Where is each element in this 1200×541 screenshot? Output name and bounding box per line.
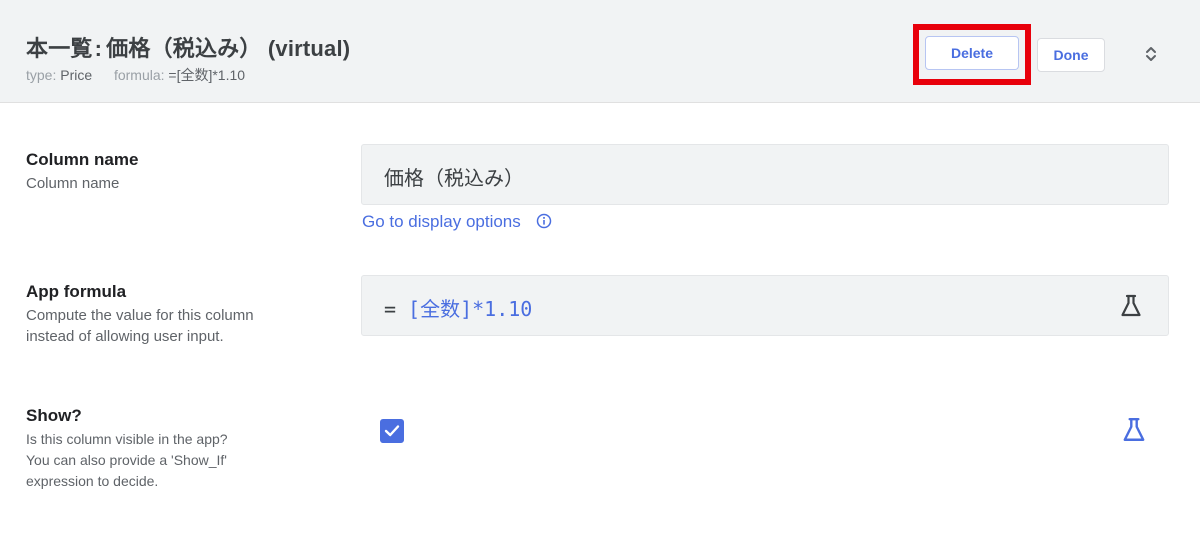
formula-expression: [全数]*1.10 [408, 297, 533, 321]
app-formula-description-1: Compute the value for this column [26, 307, 254, 324]
column-name-description: Column name [26, 175, 120, 192]
app-formula-label: App formula Compute the value for this c… [26, 281, 254, 347]
show-description-1: Is this column visible in the app? [26, 431, 228, 447]
formula-value: =[全数]*1.10 [168, 67, 246, 83]
column-name-label: Column name Column name [26, 149, 138, 194]
column-name-value: 価格（税込み） [384, 168, 524, 190]
formula-equals: = [384, 297, 397, 321]
app-formula-description-2: instead of allowing user input. [26, 328, 224, 345]
display-options-label: Go to display options [362, 212, 521, 231]
show-description-3: expression to decide. [26, 473, 159, 489]
header-title: 本一覧: 価格（税込み） (virtual) [26, 31, 350, 63]
type-value: Price [60, 67, 93, 83]
show-label: Show? Is this column visible in the app?… [26, 405, 228, 492]
unfold-chevron-icon[interactable] [1140, 40, 1162, 68]
display-options-link[interactable]: Go to display options [362, 212, 552, 234]
show-description-2: You can also provide a 'Show_If' [26, 452, 227, 468]
app-formula-input[interactable]: = [全数]*1.10 [361, 275, 1169, 336]
show-title: Show? [26, 406, 82, 425]
delete-button[interactable]: Delete [925, 36, 1019, 70]
formula-label: formula: [113, 67, 165, 83]
title-separator: : [94, 36, 103, 61]
column-header: 本一覧: 価格（税込み） (virtual) type: Price formul… [0, 0, 1200, 103]
column-name-input[interactable]: 価格（税込み） [361, 144, 1169, 205]
type-label: type: [26, 67, 57, 83]
column-name-title: Column name [26, 150, 139, 169]
info-circle-icon[interactable] [536, 213, 552, 234]
done-button[interactable]: Done [1037, 38, 1105, 72]
check-icon [384, 425, 400, 437]
show-checkbox[interactable] [380, 419, 404, 443]
header-subtitle: type: Price formula: =[全数]*1.10 [26, 65, 245, 85]
virtual-tag: (virtual) [267, 36, 351, 61]
app-formula-code: = [全数]*1.10 [384, 293, 532, 322]
table-name: 本一覧 [26, 36, 93, 61]
app-formula-title: App formula [26, 282, 127, 301]
column-title: 価格（税込み） [106, 36, 262, 61]
show-flask-icon[interactable] [1122, 417, 1146, 448]
flask-icon[interactable] [1120, 294, 1142, 323]
